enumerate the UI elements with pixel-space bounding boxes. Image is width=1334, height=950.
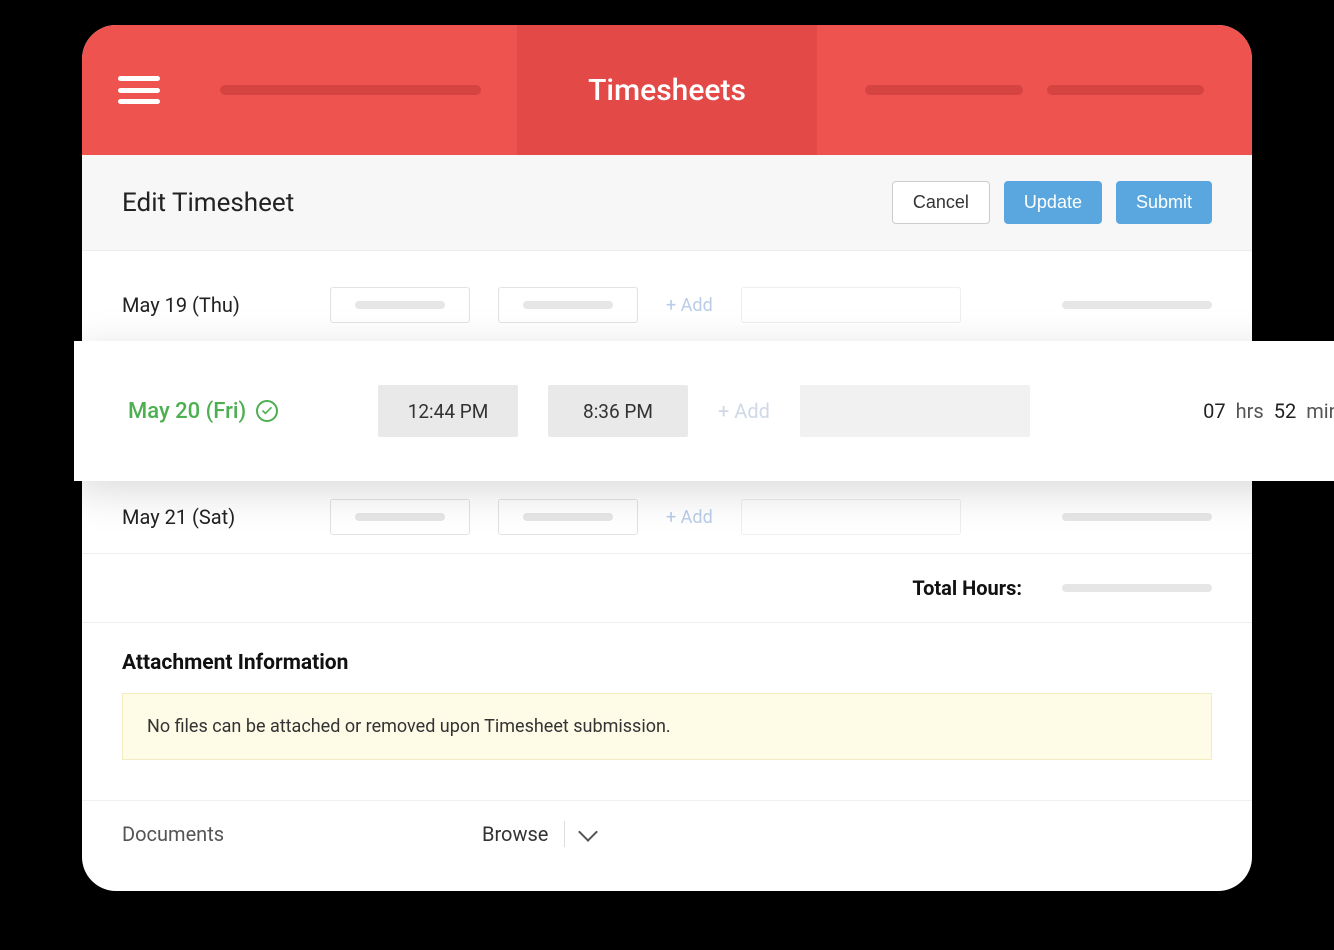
approved-check-icon [256, 400, 278, 422]
duration-mins-number: 52 [1274, 399, 1296, 423]
start-time-input[interactable] [330, 499, 470, 535]
timesheet-row: May 19 (Thu) + Add [82, 269, 1252, 341]
date-label-active: May 20 (Fri) [128, 399, 348, 424]
timesheet-row: May 21 (Sat) + Add [82, 481, 1252, 553]
placeholder-bar [355, 513, 445, 521]
browse-dropdown[interactable]: Browse [482, 821, 595, 847]
documents-row: Documents Browse [82, 800, 1252, 891]
separator [564, 821, 565, 847]
duration-hours-number: 07 [1203, 399, 1225, 423]
date-label: May 19 (Thu) [122, 293, 302, 317]
header-left-section [82, 25, 517, 155]
header-right-placeholder-1 [865, 85, 1023, 95]
action-buttons: Cancel Update Submit [892, 181, 1212, 224]
app-window: Timesheets Edit Timesheet Cancel Update … [82, 25, 1252, 891]
add-entry-button[interactable]: + Add [666, 507, 713, 528]
start-time-input[interactable]: 12:44 PM [378, 385, 518, 437]
placeholder-bar [523, 513, 613, 521]
duration-placeholder [1062, 513, 1212, 521]
documents-label: Documents [122, 822, 442, 846]
total-hours-row: Total Hours: [82, 553, 1252, 623]
total-hours-placeholder [1062, 584, 1212, 592]
header-title: Timesheets [588, 73, 746, 108]
browse-label: Browse [482, 822, 548, 846]
placeholder-bar [523, 301, 613, 309]
hamburger-menu-icon[interactable] [118, 76, 160, 104]
notes-input[interactable] [800, 385, 1030, 437]
attachment-section: Attachment Information No files can be a… [82, 623, 1252, 780]
duration-placeholder [1062, 301, 1212, 309]
end-time-input[interactable] [498, 499, 638, 535]
duration-mins-unit: mins [1306, 399, 1334, 423]
chevron-down-icon [579, 822, 599, 842]
total-hours-label: Total Hours: [912, 576, 1022, 600]
date-label: May 21 (Sat) [122, 505, 302, 529]
page-title: Edit Timesheet [122, 188, 294, 218]
header-right-placeholder-2 [1047, 85, 1205, 95]
header-center-tab[interactable]: Timesheets [517, 25, 817, 155]
timesheet-row-active: May 20 (Fri) 12:44 PM 8:36 PM + Add 07 h… [74, 341, 1334, 481]
duration-hours-unit: hrs [1236, 399, 1264, 423]
notes-input[interactable] [741, 499, 961, 535]
header-left-placeholder [220, 85, 481, 95]
notes-input[interactable] [741, 287, 961, 323]
attachment-warning: No files can be attached or removed upon… [122, 693, 1212, 760]
placeholder-bar [355, 301, 445, 309]
timesheet-row-active-wrap: May 20 (Fri) 12:44 PM 8:36 PM + Add 07 h… [82, 341, 1252, 481]
top-header: Timesheets [82, 25, 1252, 155]
end-time-input[interactable] [498, 287, 638, 323]
cancel-button[interactable]: Cancel [892, 181, 990, 224]
start-time-input[interactable] [330, 287, 470, 323]
add-entry-button[interactable]: + Add [718, 399, 770, 423]
update-button[interactable]: Update [1004, 181, 1102, 224]
submit-button[interactable]: Submit [1116, 181, 1212, 224]
duration-display: 07 hrs 52 mins [1203, 399, 1334, 423]
add-entry-button[interactable]: + Add [666, 295, 713, 316]
timesheet-rows: May 19 (Thu) + Add May 20 (Fri) 12:44 PM… [82, 251, 1252, 553]
sub-header: Edit Timesheet Cancel Update Submit [82, 155, 1252, 251]
date-text: May 20 (Fri) [128, 399, 246, 424]
attachment-title: Attachment Information [122, 651, 1212, 675]
header-right-section [817, 25, 1252, 155]
end-time-input[interactable]: 8:36 PM [548, 385, 688, 437]
